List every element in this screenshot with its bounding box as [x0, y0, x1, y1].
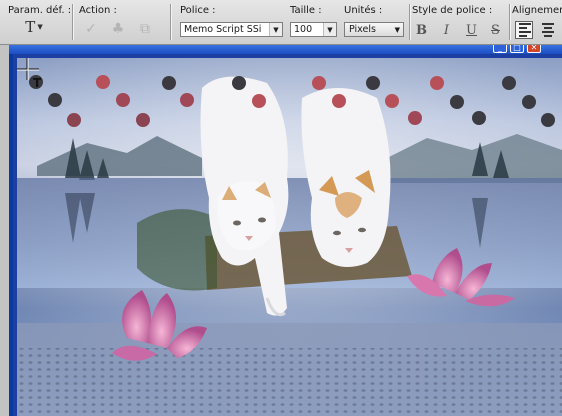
cursor-glyph: T [33, 76, 42, 90]
separator [72, 4, 74, 40]
floor-pattern [17, 348, 562, 416]
units-select[interactable]: Pixels ▼ [344, 22, 404, 37]
image-canvas[interactable]: T [17, 58, 562, 416]
alignment-label: Alignement [512, 5, 562, 16]
tool-options-bar: Param. déf. : T ▼ Action : ✓ ♣ ⧉ Police … [0, 0, 562, 45]
bold-button[interactable]: B [413, 22, 430, 39]
chevron-down-icon[interactable]: ▼ [323, 23, 336, 36]
strikethrough-button[interactable]: S [487, 22, 504, 39]
font-style-group: Style de police : [412, 5, 492, 16]
minimize-button[interactable]: _ [493, 45, 507, 53]
separator [409, 4, 411, 40]
font-style-label: Style de police : [412, 5, 493, 16]
chevron-down-icon: ▼ [37, 23, 43, 31]
font-group: Police : [180, 5, 216, 16]
font-family-value: Memo Script SSi [184, 24, 262, 35]
font-size-value: 100 [294, 24, 313, 35]
workspace: _ □ ✕ T [0, 45, 562, 416]
canvas-frame: T [13, 54, 562, 416]
document-title-bar[interactable]: _ □ ✕ [9, 45, 562, 54]
preset-group: Param. déf. : [8, 5, 71, 16]
document-window: _ □ ✕ T [9, 45, 562, 416]
action-label: Action : [79, 5, 117, 16]
units-group: Unités : [344, 5, 382, 16]
font-size-select[interactable]: 100 ▼ [290, 22, 337, 37]
underline-button[interactable]: U [463, 22, 480, 39]
cat-right [301, 88, 391, 267]
toggle-warp-icon[interactable]: ♣ [109, 20, 127, 38]
close-button[interactable]: ✕ [527, 45, 541, 53]
units-label: Unités : [344, 5, 383, 16]
chevron-down-icon: ▼ [394, 25, 400, 34]
type-tool-preset-button[interactable]: T ▼ [14, 16, 54, 38]
text-tool-cursor-icon: T [17, 58, 42, 90]
preset-label: Param. déf. : [8, 5, 72, 16]
font-label: Police : [180, 5, 216, 16]
check-icon[interactable]: ✓ [82, 20, 100, 38]
italic-button[interactable]: I [438, 22, 455, 39]
font-family-select[interactable]: Memo Script SSi ▼ [180, 22, 283, 37]
separator [509, 4, 511, 40]
alignment-group: Alignement [512, 5, 562, 16]
units-value: Pixels [349, 24, 376, 35]
action-group: Action : [79, 5, 117, 16]
artwork [17, 58, 562, 416]
size-label: Taille : [290, 5, 322, 16]
left-align-button[interactable] [515, 21, 533, 39]
maximize-button[interactable]: □ [510, 45, 524, 53]
warp-text-icon[interactable]: ⧉ [136, 20, 154, 38]
type-tool-icon: T [25, 18, 36, 36]
chevron-down-icon[interactable]: ▼ [269, 23, 282, 36]
center-align-button[interactable] [539, 21, 557, 39]
separator [170, 4, 172, 40]
size-group: Taille : [290, 5, 322, 16]
